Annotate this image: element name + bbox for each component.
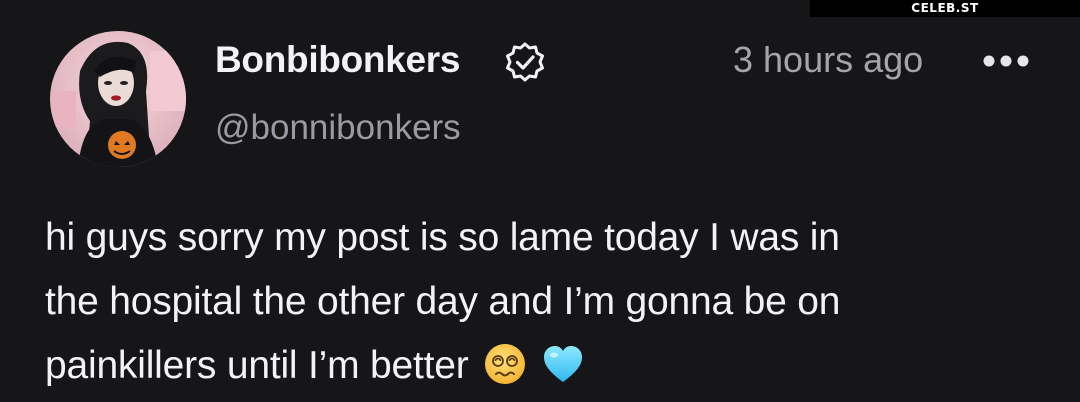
more-horizontal-icon[interactable] (978, 44, 1034, 78)
verified-badge-icon (506, 42, 544, 82)
post-text: hi guys sorry my post is so lame today I… (45, 206, 1055, 398)
author-display-name[interactable]: Bonbibonkers (215, 38, 460, 82)
author-handle[interactable]: @bonnibonkers (215, 106, 461, 150)
post-text-line: painkillers until I’m better (45, 344, 469, 387)
post-text-line-with-emojis: painkillers until I’m better (45, 334, 1055, 398)
post-text-line: the hospital the other day and I’m gonna… (45, 280, 841, 323)
post-text-line: hi guys sorry my post is so lame today I… (45, 216, 840, 259)
light-blue-heart-emoji (543, 346, 582, 382)
dizzy-face-emoji (484, 344, 525, 384)
watermark: CELEB.ST (810, 0, 1080, 17)
post-timestamp: 3 hours ago (733, 39, 924, 80)
avatar[interactable] (50, 31, 186, 167)
